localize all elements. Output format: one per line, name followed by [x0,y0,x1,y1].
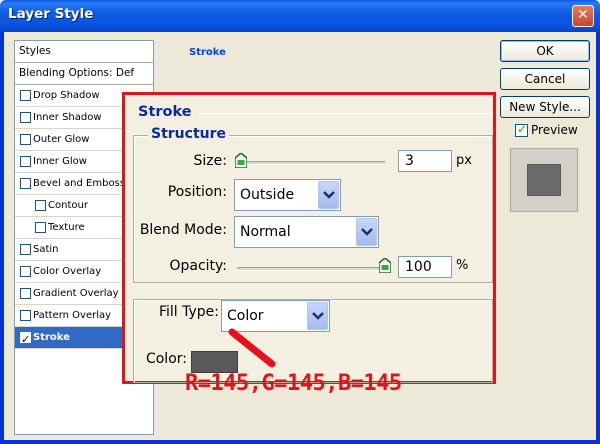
size-label: Size: [193,153,227,169]
chevron-down-icon[interactable] [356,218,377,246]
ok-button[interactable]: OK [500,40,590,62]
size-input[interactable]: 3 [398,150,452,172]
style-checkbox[interactable] [20,112,31,123]
opacity-input[interactable]: 100 [398,256,452,278]
preview-label: Preview [531,123,578,137]
style-checkbox[interactable] [20,288,31,299]
new-style-button[interactable]: New Style... [500,96,590,118]
window-title: Layer Style [8,6,94,22]
styles-list-header[interactable]: Styles [15,41,153,63]
style-item-label: Gradient Overlay [33,288,119,299]
background-group-title: Stroke [189,47,226,58]
style-item-label: Bevel and Emboss [33,178,125,189]
style-checkbox[interactable] [20,310,31,321]
style-item-label: Contour [48,200,88,211]
style-item-label: Stroke [33,332,70,343]
position-dropdown[interactable]: Outside [234,179,341,211]
style-item-label: Satin [33,244,59,255]
opacity-slider-thumb[interactable] [379,258,391,273]
position-value: Outside [240,187,295,203]
style-checkbox[interactable] [20,156,31,167]
rgb-annotation: R=145,G=145,B=145 [185,371,402,396]
magnified-stroke-panel: Stroke Structure Size: 3 px Position: Ou… [122,92,496,384]
structure-title: Structure [148,126,230,142]
style-checkbox[interactable] [35,222,46,233]
style-checkbox[interactable] [20,134,31,145]
preview-thumbnail [510,148,578,212]
blending-options-item[interactable]: Blending Options: Def [15,63,153,85]
opacity-slider-track[interactable] [237,267,389,271]
style-item-label: Color Overlay [33,266,102,277]
size-unit: px [456,153,472,168]
color-label: Color: [145,351,187,367]
chevron-down-icon[interactable] [318,181,339,209]
style-item-label: Texture [48,222,85,233]
stroke-title: Stroke [138,104,192,120]
size-slider-track[interactable] [241,161,385,165]
style-item-label: Inner Shadow [33,112,102,123]
annotation-arrow [228,328,276,368]
position-label: Position: [167,184,227,200]
size-slider-thumb[interactable] [235,153,247,168]
preview-checkbox[interactable] [515,122,528,137]
opacity-unit: % [456,258,469,273]
style-checkbox[interactable] [20,90,31,101]
style-checkbox[interactable] [20,178,31,189]
style-checkbox[interactable] [35,200,46,211]
style-item-label: Drop Shadow [33,90,100,101]
style-item-label: Pattern Overlay [33,310,112,321]
close-button[interactable]: ✕ [572,5,594,27]
chevron-down-icon[interactable] [307,302,328,330]
blend-mode-label: Blend Mode: [139,222,227,238]
blend-mode-dropdown[interactable]: Normal [234,216,379,248]
opacity-label: Opacity: [169,258,227,274]
fill-type-value: Color [227,308,264,324]
preview-swatch [527,164,561,196]
cancel-button[interactable]: Cancel [500,68,590,90]
style-checkbox[interactable] [20,244,31,255]
style-checkbox[interactable] [20,329,31,350]
blend-mode-value: Normal [240,224,291,240]
fill-type-label: Fill Type: [147,304,219,320]
style-item-label: Outer Glow [33,134,90,145]
style-item-label: Inner Glow [33,156,87,167]
title-bar[interactable]: Layer Style ✕ [0,0,600,32]
style-checkbox[interactable] [20,266,31,277]
title-divider [197,113,493,114]
